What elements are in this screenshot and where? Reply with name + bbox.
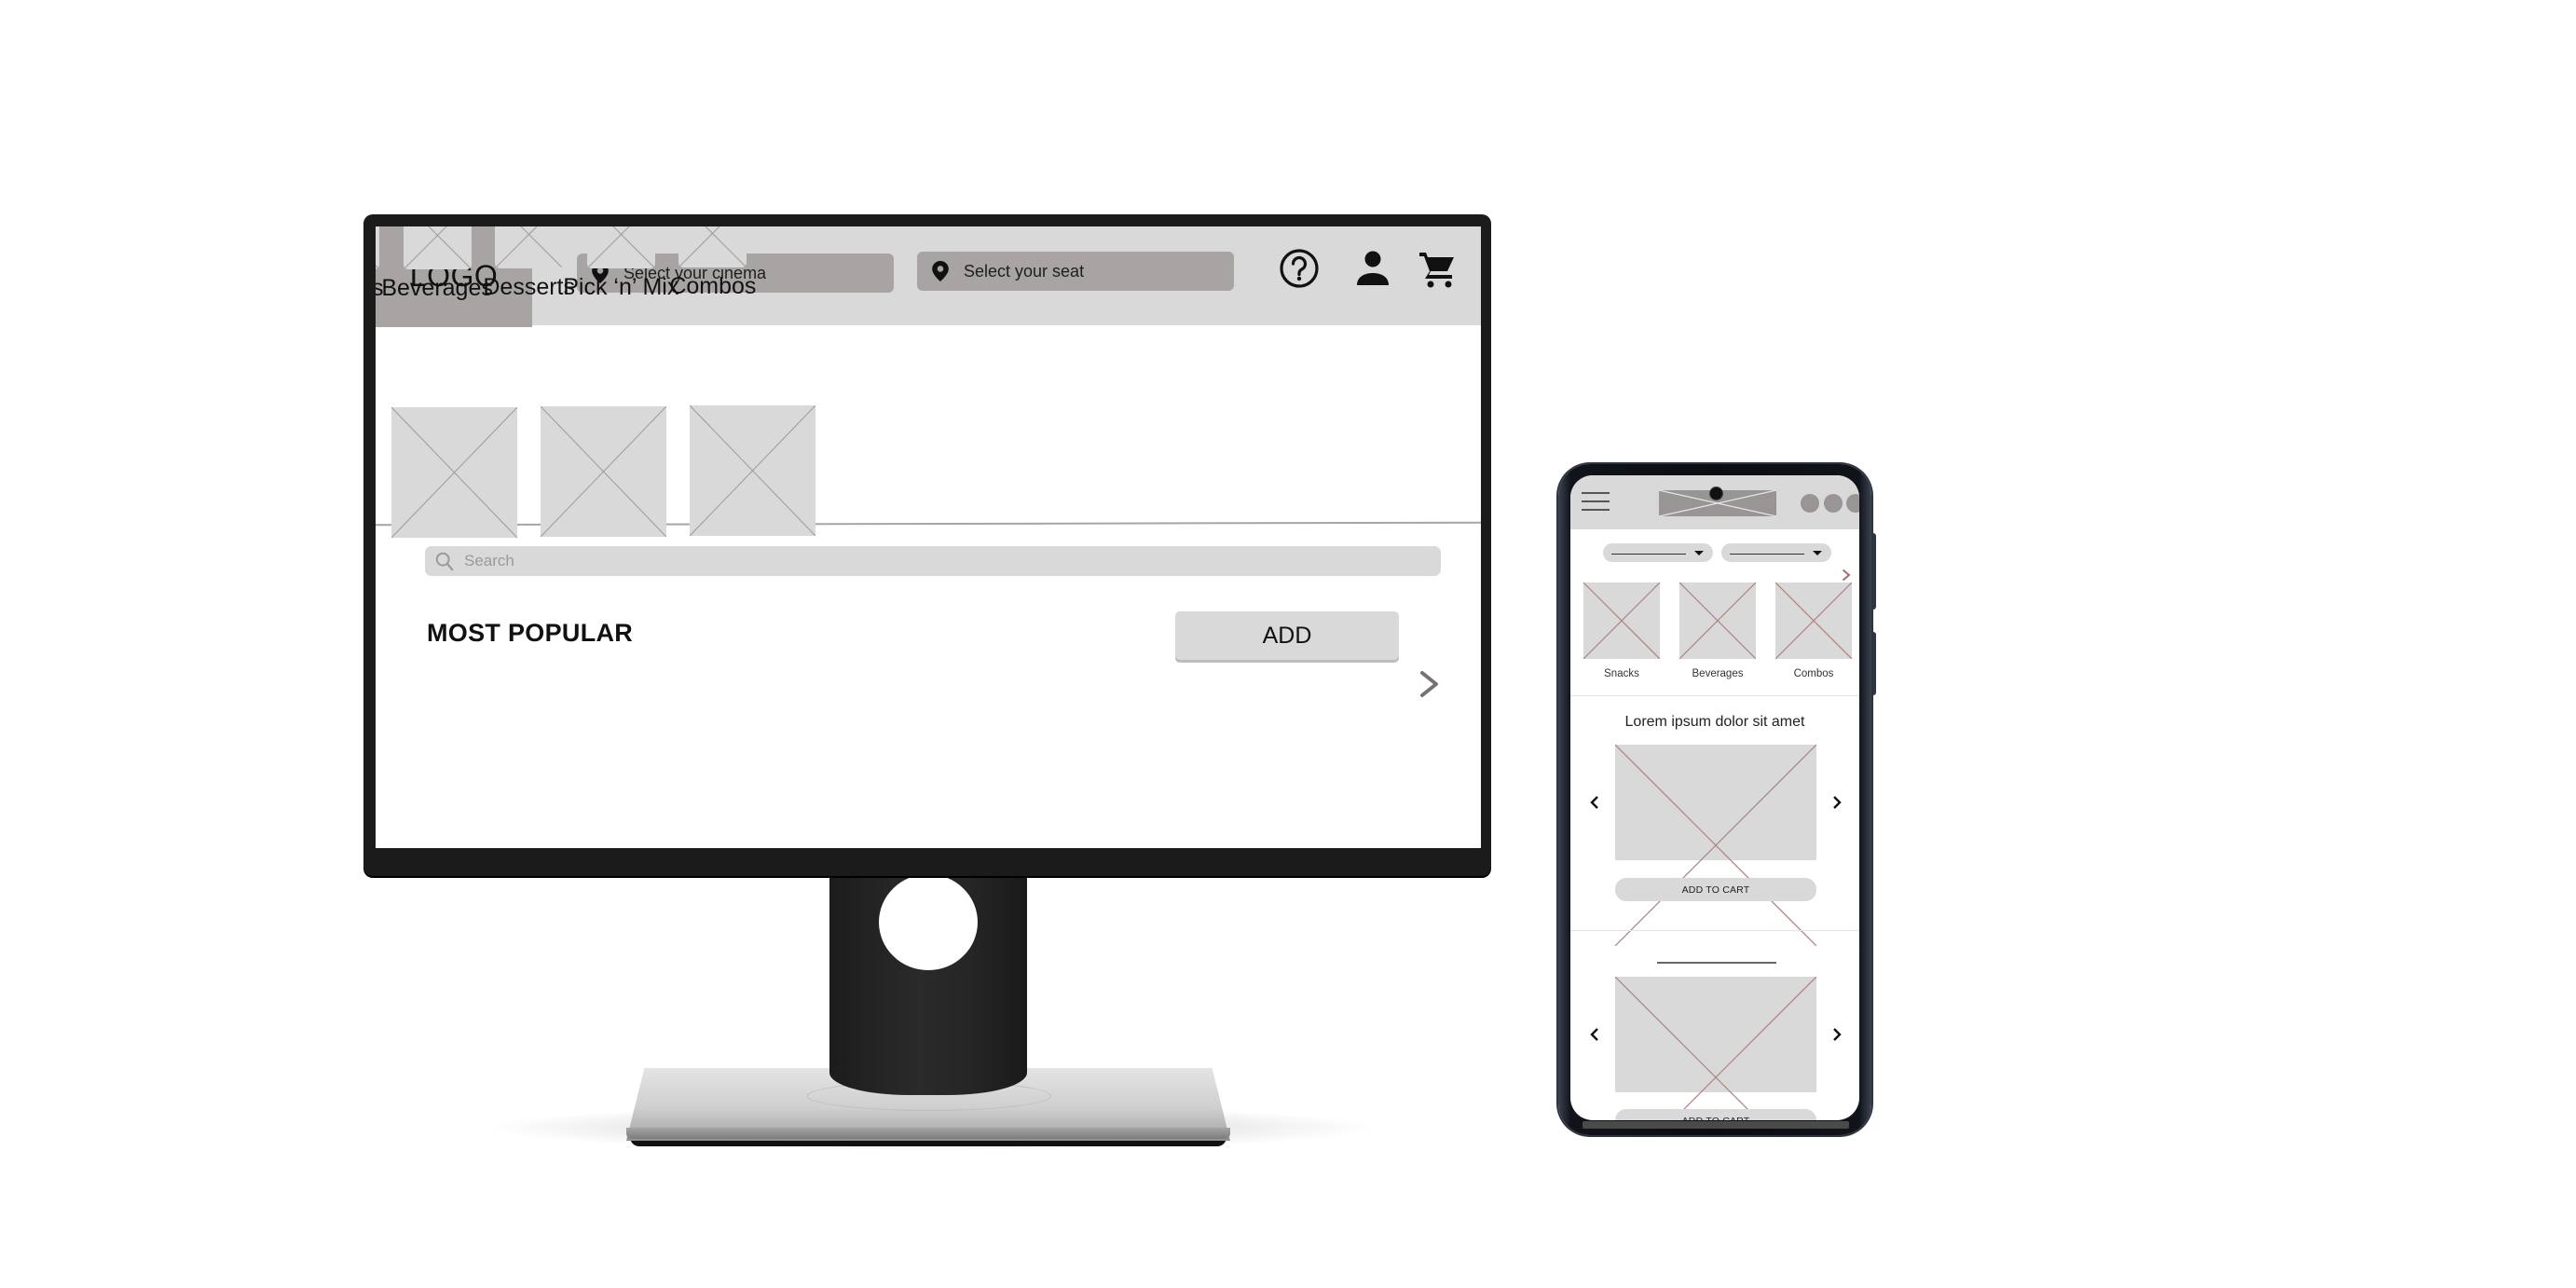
image-placeholder-cross (541, 406, 666, 537)
image-placeholder-cross (1775, 582, 1852, 659)
image-placeholder-cross (404, 226, 472, 269)
mobile-screen: Snacks Beverages Combos Lorem ipsum dolor … (1570, 475, 1859, 1120)
mobile-divider (1570, 930, 1859, 931)
image-placeholder-cross (1615, 745, 1816, 946)
category-image-placeholder[interactable] (586, 226, 655, 268)
image-placeholder-cross (1583, 582, 1660, 659)
popular-item-placeholder[interactable] (391, 407, 517, 538)
carousel-next-icon[interactable] (1831, 1027, 1843, 1042)
product-title: Lorem ipsum dolor sit amet (1624, 714, 1805, 730)
category-image-placeholder[interactable] (403, 226, 472, 269)
mobile-category-image-placeholder[interactable] (1679, 582, 1756, 659)
header-action-dot[interactable] (1801, 494, 1819, 513)
seat-select[interactable]: Select your seat (917, 252, 1234, 291)
map-pin-icon (932, 261, 949, 281)
hamburger-icon[interactable] (1582, 492, 1610, 513)
mobile-category-label[interactable]: Combos (1767, 668, 1859, 679)
monitor-stand-cable-hole (879, 874, 978, 970)
image-placeholder-cross (376, 226, 379, 269)
desktop-screen: LOGO Select your cinema Select your seat… (376, 226, 1481, 848)
chevron-right-icon[interactable] (1418, 670, 1442, 698)
carousel-prev-icon[interactable] (1589, 795, 1600, 810)
mobile-dropdown-cinema[interactable] (1603, 543, 1713, 562)
mobile-dropdown-seat[interactable] (1721, 543, 1831, 562)
popular-item-placeholder[interactable] (690, 405, 815, 536)
image-placeholder-cross (690, 405, 815, 536)
dropdown-value-line (1730, 554, 1804, 555)
add-to-cart-button[interactable]: ADD TO CART (1615, 878, 1816, 901)
carousel-next-icon[interactable] (1831, 795, 1843, 810)
mobile-category-image-placeholder[interactable] (1775, 582, 1852, 659)
mobile-divider (1570, 695, 1859, 696)
category-label[interactable]: Combos (629, 273, 797, 300)
add-button[interactable]: ADD (1175, 611, 1399, 660)
monitor-base-edge (626, 1128, 1230, 1139)
chevron-right-icon[interactable] (1842, 569, 1851, 582)
image-placeholder-cross (495, 226, 563, 268)
category-image-placeholder[interactable] (495, 226, 564, 268)
add-to-cart-button[interactable]: ADD TO CART (1615, 1109, 1816, 1120)
cart-icon[interactable] (1417, 249, 1458, 290)
image-placeholder-cross (678, 226, 747, 267)
caret-down-icon (1813, 551, 1822, 555)
carousel-prev-icon[interactable] (1589, 1027, 1600, 1042)
mobile-category-image-placeholder[interactable] (1583, 582, 1660, 659)
header-action-dot[interactable] (1824, 494, 1843, 513)
search-placeholder: Search (464, 552, 514, 569)
phone-camera (1709, 486, 1723, 500)
image-placeholder-cross (1679, 582, 1756, 659)
category-image-placeholder[interactable] (376, 226, 379, 269)
product-title-placeholder-line (1657, 962, 1776, 964)
popular-item-placeholder[interactable] (541, 406, 666, 537)
image-placeholder-cross (1615, 977, 1816, 1120)
most-popular-heading: MOST POPULAR (427, 619, 634, 647)
user-icon[interactable] (1352, 248, 1393, 289)
dropdown-value-line (1611, 554, 1686, 555)
product-image-placeholder[interactable] (1615, 977, 1816, 1092)
phone-bottom-edge (1583, 1121, 1849, 1129)
header-action-dot[interactable] (1846, 494, 1859, 513)
seat-select-label: Select your seat (964, 261, 1085, 281)
mobile-category-label[interactable]: Snacks (1575, 668, 1668, 679)
mobile-category-label[interactable]: Beverages (1671, 668, 1764, 679)
image-placeholder-cross (391, 407, 517, 538)
search-icon (435, 552, 454, 571)
category-image-placeholder[interactable] (678, 226, 747, 267)
search-bar[interactable]: Search (425, 546, 1441, 576)
caret-down-icon (1694, 551, 1704, 555)
help-icon[interactable] (1279, 248, 1320, 289)
image-placeholder-cross (587, 226, 655, 268)
product-image-placeholder[interactable] (1615, 745, 1816, 860)
